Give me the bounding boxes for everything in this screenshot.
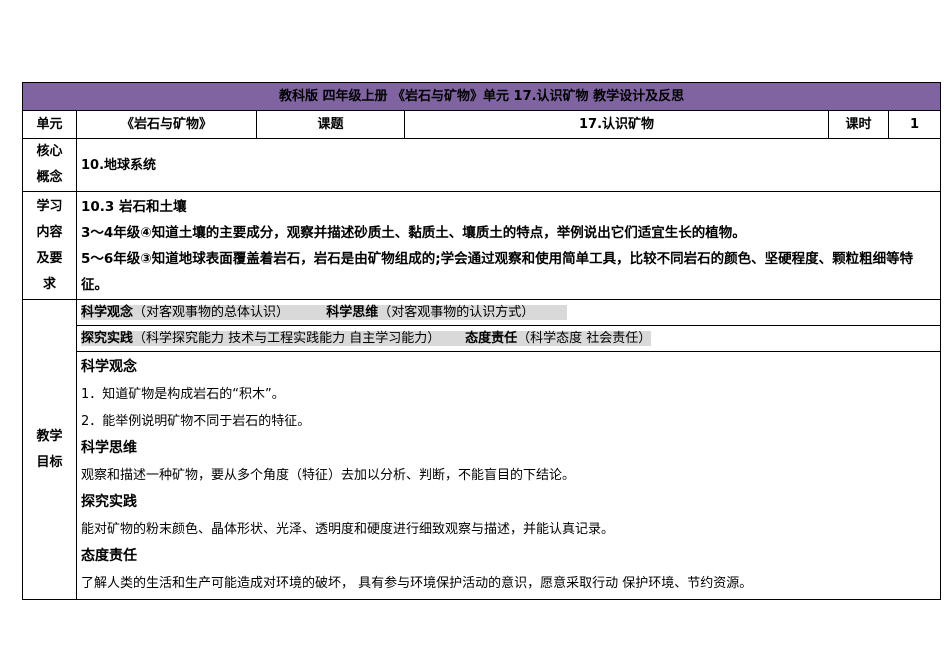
objective-item: 1．知道矿物是构成岩石的“积木”。 bbox=[81, 387, 285, 402]
period-label: 课时 bbox=[828, 110, 889, 139]
objective-heading-concept: 科学观念 bbox=[81, 359, 137, 375]
literacy-1a-desc: （对客观事物的总体认识） bbox=[133, 305, 290, 320]
core-concept-value: 10.地球系统 bbox=[75, 138, 942, 192]
requirements-label-text: 学习内容及要求 bbox=[36, 198, 63, 292]
topic-value: 17.认识矿物 bbox=[404, 110, 829, 139]
objective-heading-practice: 探究实践 bbox=[81, 494, 137, 510]
literacy-2a-title: 探究实践 bbox=[81, 331, 134, 346]
literacy-line-2: 探究实践（科学探究能力 技术与工程实践能力 自主学习能力） 态度责任（科学态度 … bbox=[77, 326, 940, 351]
period-value: 1 bbox=[887, 110, 942, 139]
literacy-line-1: 科学观念（对客观事物的总体认识） 科学思维（对客观事物的认识方式） bbox=[77, 300, 941, 326]
objectives-detail: 科学观念 1．知道矿物是构成岩石的“积木”。 2．能举例说明矿物不同于岩石的特征… bbox=[75, 351, 942, 600]
literacy-2b-desc: （科学态度 社会责任） bbox=[517, 331, 652, 346]
lesson-plan-page: 教科版 四年级上册 《岩石与矿物》单元 17.认识矿物 教学设计及反思 单元 《… bbox=[21, 82, 942, 600]
literacy-line-1-highlight: 科学观念（对客观事物的总体认识） 科学思维（对客观事物的认识方式） bbox=[81, 305, 568, 320]
unit-row: 单元 《岩石与矿物》 课题 17.认识矿物 课时 1 bbox=[22, 110, 942, 139]
objectives-detail-row: 科学观念 1．知道矿物是构成岩石的“积木”。 2．能举例说明矿物不同于岩石的特征… bbox=[23, 351, 942, 600]
requirements-label: 学习内容及要求 bbox=[22, 191, 77, 300]
table-title: 教科版 四年级上册 《岩石与矿物》单元 17.认识矿物 教学设计及反思 bbox=[21, 82, 942, 111]
core-concept-row: 核心概念 10.地球系统 bbox=[22, 138, 942, 192]
objective-item: 了解人类的生活和生产可能造成对环境的破坏， 具有参与环境保护活动的意识，愿意采取… bbox=[81, 576, 753, 591]
literacy-2a-desc: （科学探究能力 技术与工程实践能力 自主学习能力） bbox=[133, 331, 441, 346]
objective-item: 能对矿物的粉末颜色、晶体形状、光泽、透明度和硬度进行细致观察与描述，并能认真记录… bbox=[81, 522, 615, 537]
unit-label: 单元 bbox=[22, 110, 77, 139]
objective-item: 2．能举例说明矿物不同于岩石的特征。 bbox=[81, 414, 311, 429]
literacy-dimensions: 科学观念（对客观事物的总体认识） 科学思维（对客观事物的认识方式） 探究实践（科… bbox=[75, 299, 942, 352]
objective-heading-attitude: 态度责任 bbox=[81, 548, 137, 564]
objectives-label: 教学目标 bbox=[22, 299, 77, 600]
requirements-line-2: 3～4年级④知道土壤的主要成分，观察并描述砂质土、黏质土、壤质土的特点，举例说出… bbox=[81, 224, 746, 241]
requirements-row: 学习内容及要求 10.3 岩石和土壤 3～4年级④知道土壤的主要成分，观察并描述… bbox=[22, 191, 942, 300]
title-row: 教科版 四年级上册 《岩石与矿物》单元 17.认识矿物 教学设计及反思 bbox=[21, 82, 942, 111]
literacy-1b-desc: （对客观事物的认识方式） bbox=[378, 305, 535, 320]
topic-label: 课题 bbox=[256, 110, 405, 139]
unit-value: 《岩石与矿物》 bbox=[76, 110, 257, 139]
literacy-1b-title: 科学思维 bbox=[326, 305, 379, 320]
lesson-plan-table: 教科版 四年级上册 《岩石与矿物》单元 17.认识矿物 教学设计及反思 单元 《… bbox=[21, 82, 942, 600]
literacy-line-2-highlight: 探究实践（科学探究能力 技术与工程实践能力 自主学习能力） 态度责任（科学态度 … bbox=[81, 331, 652, 346]
objectives-label-text: 教学目标 bbox=[36, 428, 63, 470]
literacy-1a-title: 科学观念 bbox=[81, 305, 134, 320]
core-concept-label-text: 核心概念 bbox=[36, 144, 63, 185]
requirements-line-3: 5～6年级③知道地球表面覆盖着岩石，岩石是由矿物组成的;学会通过观察和使用简单工… bbox=[81, 250, 914, 293]
literacy-2b-title: 态度责任 bbox=[465, 331, 518, 346]
requirements-line-1: 10.3 岩石和土壤 bbox=[81, 198, 187, 215]
requirements-content: 10.3 岩石和土壤 3～4年级④知道土壤的主要成分，观察并描述砂质土、黏质土、… bbox=[75, 191, 942, 300]
objectives-literacy-row: 教学目标 科学观念（对客观事物的总体认识） 科学思维（对客观事物的认识方式） 探… bbox=[22, 299, 942, 600]
objective-heading-thinking: 科学思维 bbox=[81, 440, 137, 456]
core-concept-label: 核心概念 bbox=[22, 138, 77, 192]
objective-item: 观察和描述一种矿物，要从多个角度（特征）去加以分析、判断，不能盲目的下结论。 bbox=[81, 468, 576, 483]
